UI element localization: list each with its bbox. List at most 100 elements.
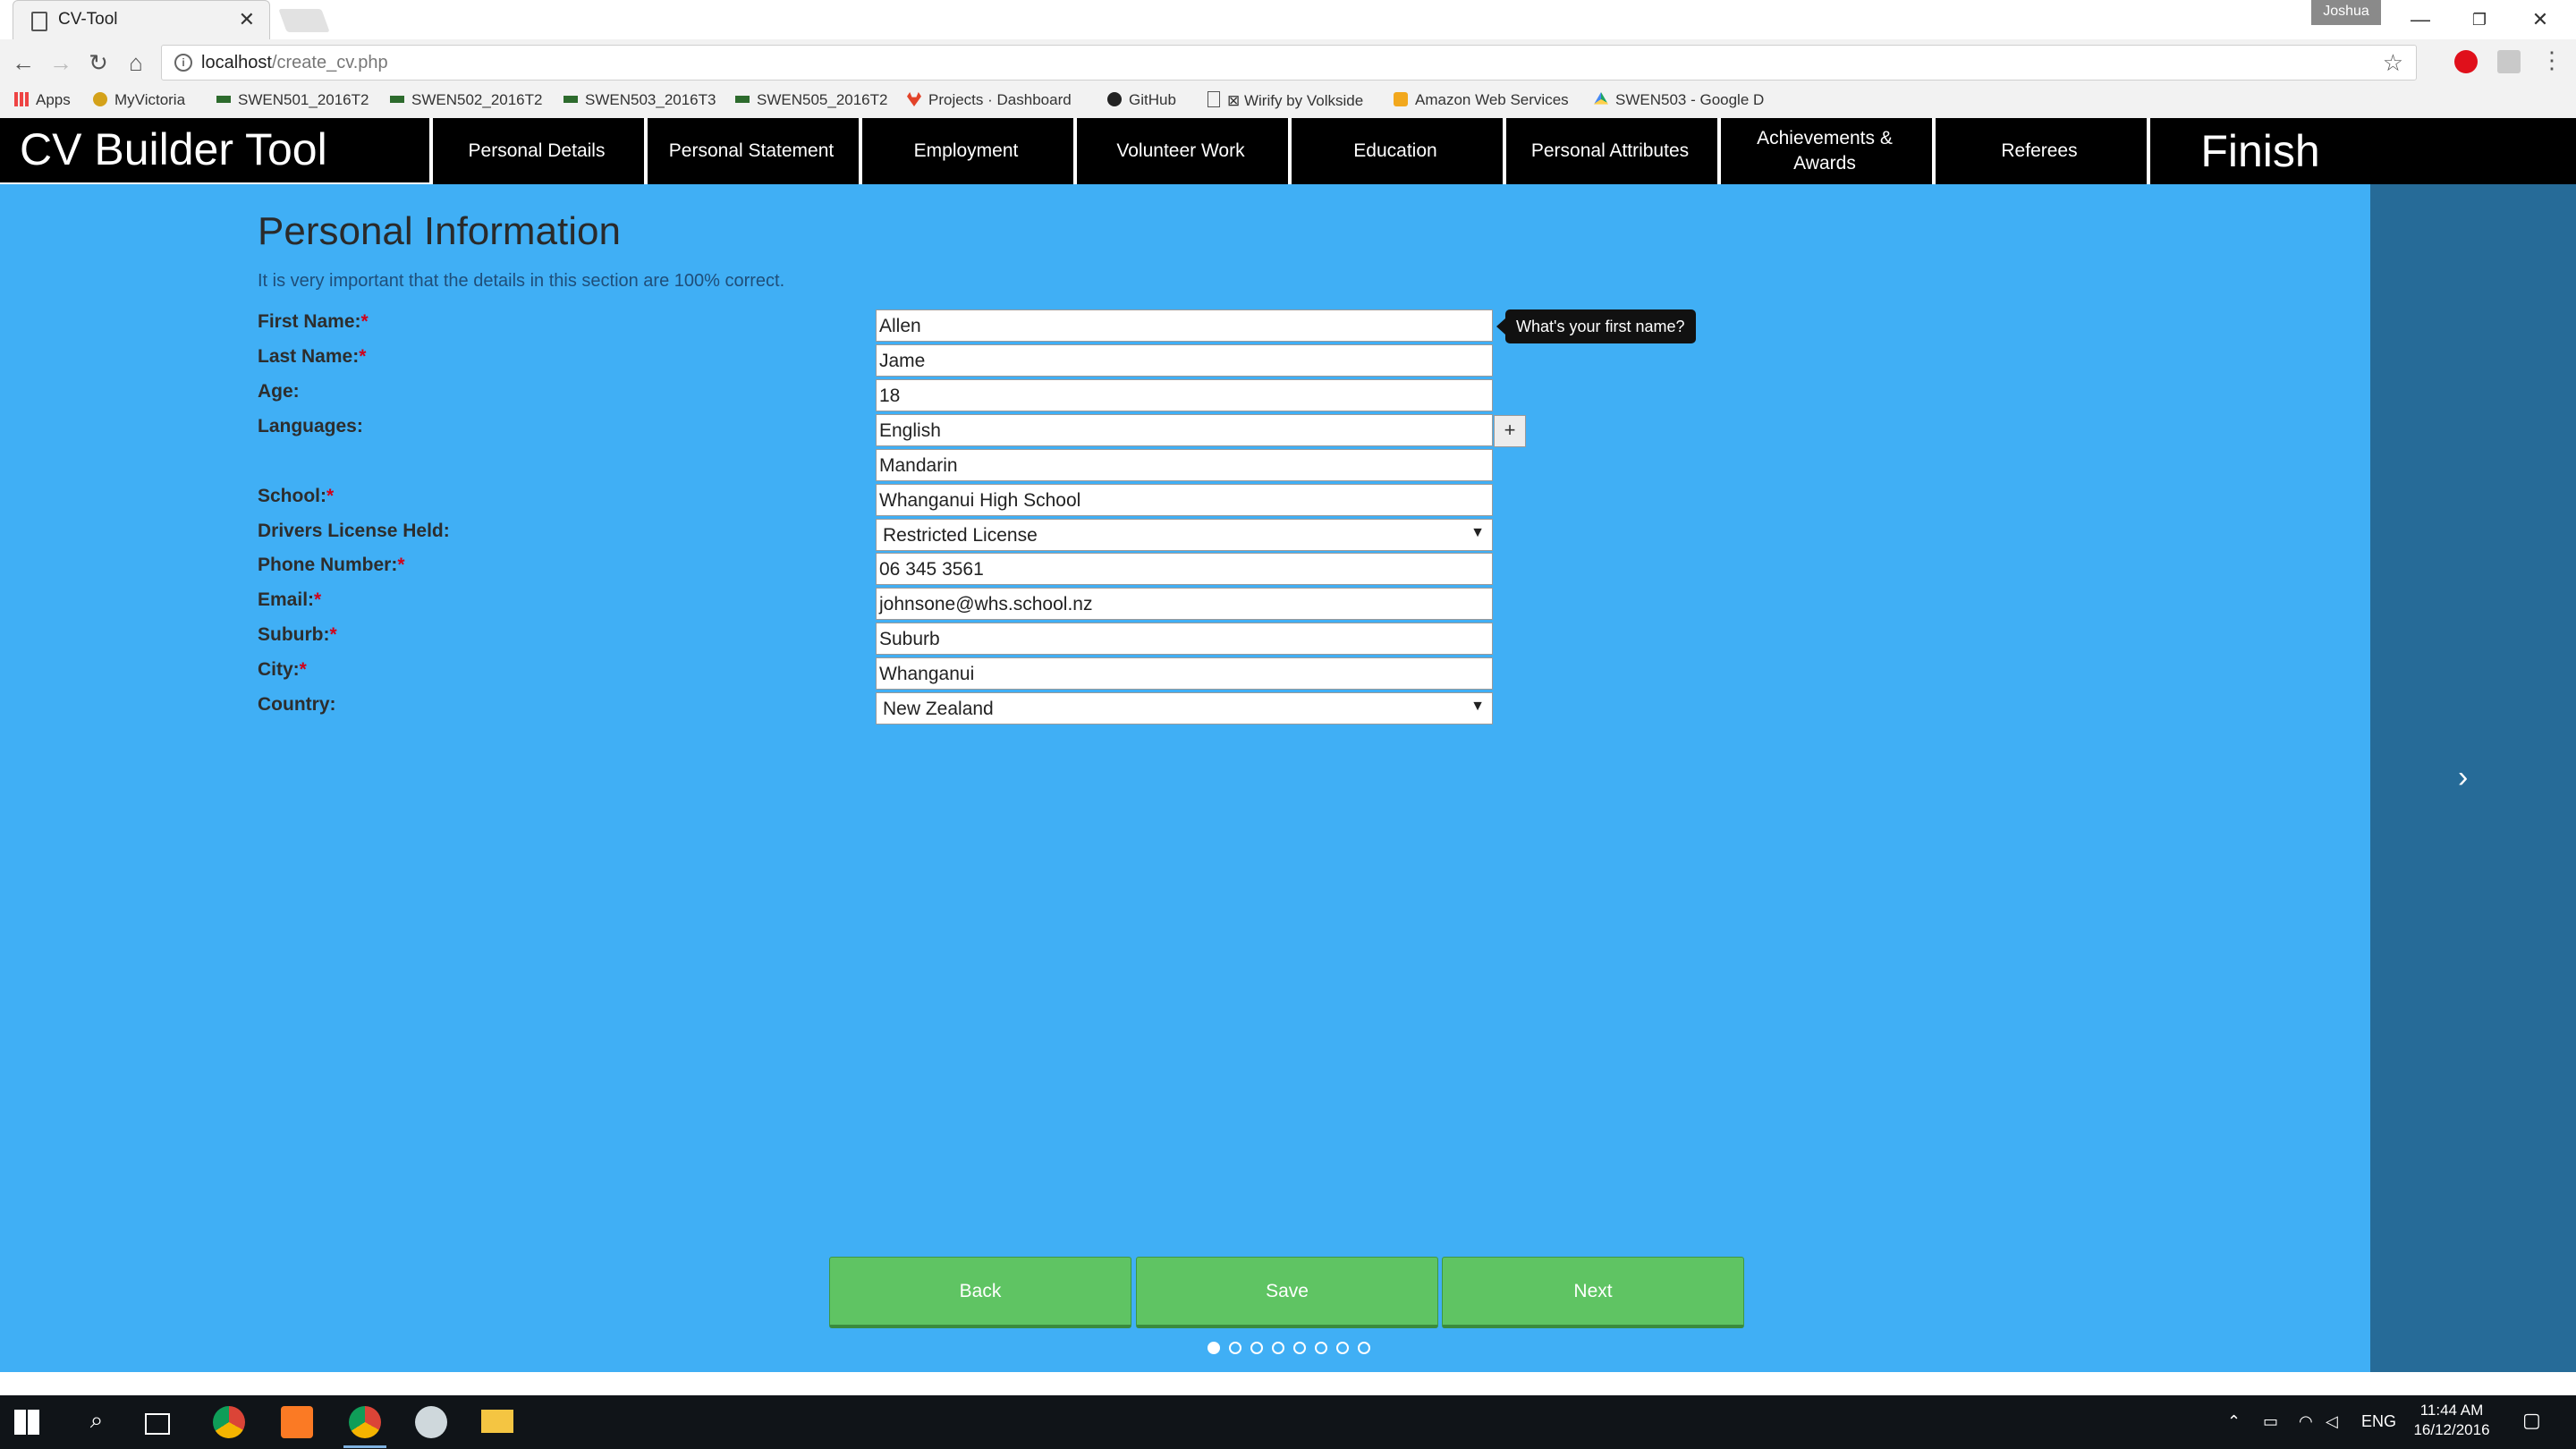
close-tab-icon[interactable]: ✕ [239, 8, 255, 31]
notifications-icon[interactable]: ▢ [2522, 1409, 2541, 1432]
bookmark-swen502[interactable]: SWEN502_2016T2 [390, 91, 542, 109]
brand-logo[interactable]: CV Builder Tool [0, 118, 429, 184]
ecs-icon [390, 96, 404, 103]
new-tab-button[interactable] [278, 9, 330, 32]
next-button[interactable]: Next [1442, 1257, 1744, 1328]
battery-icon[interactable]: ▭ [2263, 1412, 2278, 1431]
country-select[interactable]: New Zealand ▼ [876, 692, 1493, 724]
first-name-tooltip: What's your first name? [1496, 309, 1696, 343]
forward-arrow-icon[interactable]: → [45, 47, 77, 79]
file-explorer-icon[interactable] [481, 1410, 513, 1433]
task-view-icon[interactable] [145, 1413, 170, 1435]
tab-personal-statement[interactable]: Personal Statement [644, 118, 855, 184]
bookmark-wirify[interactable]: ⊠ Wirify by Volkside [1208, 91, 1363, 110]
paint-icon[interactable] [415, 1406, 447, 1438]
language-input-2[interactable]: Mandarin [876, 449, 1493, 481]
chrome-active-icon[interactable] [349, 1406, 381, 1438]
opera-extension-icon[interactable] [2454, 50, 2478, 73]
chevron-up-icon[interactable]: ⌃ [2227, 1412, 2241, 1431]
chevron-right-icon[interactable]: › [2458, 760, 2468, 795]
minimize-icon[interactable]: — [2394, 4, 2447, 36]
tab-achievements-awards[interactable]: Achievements & Awards [1717, 118, 1928, 184]
pager-dot[interactable] [1336, 1342, 1349, 1354]
phone-input[interactable]: 06 345 3561 [876, 553, 1493, 585]
tab-personal-attributes[interactable]: Personal Attributes [1503, 118, 1714, 184]
last-name-input[interactable]: Jame [876, 344, 1493, 377]
apps-grid-icon [14, 92, 29, 106]
suburb-label: Suburb:* [258, 624, 337, 645]
age-label: Age: [258, 381, 300, 402]
school-input[interactable]: Whanganui High School [876, 484, 1493, 516]
page-footer-strip [0, 1372, 2576, 1395]
back-arrow-icon[interactable]: ← [7, 47, 39, 79]
info-icon[interactable]: i [174, 54, 192, 72]
reload-icon[interactable]: ↻ [82, 47, 114, 79]
language-indicator[interactable]: ENG [2361, 1412, 2396, 1431]
age-input[interactable]: 18 [876, 379, 1493, 411]
myvictoria-icon [93, 92, 107, 106]
pager-dot[interactable] [1250, 1342, 1263, 1354]
search-icon[interactable]: ⌕ [80, 1406, 113, 1438]
bookmark-gitlab-projects[interactable]: Projects · Dashboard [907, 91, 1072, 109]
xampp-icon[interactable] [281, 1406, 313, 1438]
bookmark-aws[interactable]: Amazon Web Services [1394, 91, 1569, 109]
add-language-button[interactable]: + [1494, 415, 1526, 447]
tab-finish[interactable]: Finish [2147, 118, 2370, 184]
tab-education[interactable]: Education [1288, 118, 1499, 184]
cast-extension-icon[interactable] [2497, 50, 2521, 73]
language-input-1[interactable]: English [876, 414, 1493, 446]
document-icon [31, 12, 47, 31]
ecs-icon [735, 96, 750, 103]
city-input[interactable]: Whanganui [876, 657, 1493, 690]
pager-dot[interactable] [1293, 1342, 1306, 1354]
pager-dot[interactable] [1358, 1342, 1370, 1354]
close-window-icon[interactable]: ✕ [2513, 4, 2567, 36]
next-slide-panel[interactable] [2370, 184, 2576, 1372]
gitlab-icon [907, 92, 921, 106]
address-bar[interactable]: i localhost/create_cv.php ☆ [161, 45, 2417, 80]
suburb-input[interactable]: Suburb [876, 623, 1493, 655]
bookmark-swen505[interactable]: SWEN505_2016T2 [735, 91, 887, 109]
pager-dot[interactable] [1315, 1342, 1327, 1354]
volume-icon[interactable]: ◁ [2326, 1412, 2338, 1431]
home-icon[interactable]: ⌂ [120, 47, 152, 79]
chrome-icon[interactable] [213, 1406, 245, 1438]
restore-icon[interactable]: ❐ [2453, 4, 2506, 36]
pager-dot[interactable] [1208, 1342, 1220, 1354]
wifi-icon[interactable]: ◠ [2299, 1412, 2313, 1431]
windows-start-icon[interactable] [14, 1410, 39, 1435]
browser-tab-strip: CV-Tool ✕ Joshua — ❐ ✕ [0, 0, 2576, 40]
tab-referees[interactable]: Referees [1932, 118, 2143, 184]
bookmark-swen503[interactable]: SWEN503_2016T3 [564, 91, 716, 109]
clock-date: 16/12/2016 [2413, 1421, 2490, 1438]
pager-dot[interactable] [1229, 1342, 1241, 1354]
dropdown-arrow-icon: ▼ [1470, 525, 1485, 540]
intro-text: It is very important that the details in… [258, 271, 785, 291]
pager-dot[interactable] [1272, 1342, 1284, 1354]
bookmark-myvictoria[interactable]: MyVictoria [93, 91, 185, 109]
profile-badge[interactable]: Joshua [2311, 0, 2381, 25]
license-select[interactable]: Restricted License ▼ [876, 519, 1493, 551]
github-icon [1107, 92, 1122, 106]
bookmark-star-icon[interactable]: ☆ [2383, 49, 2403, 77]
country-label: Country: [258, 694, 336, 715]
country-selected-value: New Zealand [883, 699, 994, 719]
bookmark-github[interactable]: GitHub [1107, 91, 1176, 109]
license-label: Drivers License Held: [258, 521, 450, 541]
first-name-input[interactable]: Allen [876, 309, 1493, 342]
bookmark-swen501[interactable]: SWEN501_2016T2 [216, 91, 369, 109]
bookmark-apps[interactable]: Apps [14, 91, 71, 109]
email-input[interactable]: johnsone@whs.school.nz [876, 588, 1493, 620]
menu-icon[interactable]: ⋮ [2540, 47, 2563, 74]
bookmark-google-drive[interactable]: SWEN503 - Google D [1594, 91, 1764, 109]
ecs-icon [564, 96, 578, 103]
tab-volunteer-work[interactable]: Volunteer Work [1073, 118, 1284, 184]
tab-employment[interactable]: Employment [859, 118, 1070, 184]
save-button[interactable]: Save [1136, 1257, 1438, 1328]
google-drive-icon [1594, 92, 1608, 105]
system-clock[interactable]: 11:44 AM 16/12/2016 [2411, 1401, 2492, 1440]
tab-personal-details[interactable]: Personal Details [429, 118, 640, 184]
back-button[interactable]: Back [829, 1257, 1131, 1328]
last-name-label: Last Name:* [258, 346, 367, 367]
browser-tab[interactable]: CV-Tool ✕ [13, 0, 270, 40]
